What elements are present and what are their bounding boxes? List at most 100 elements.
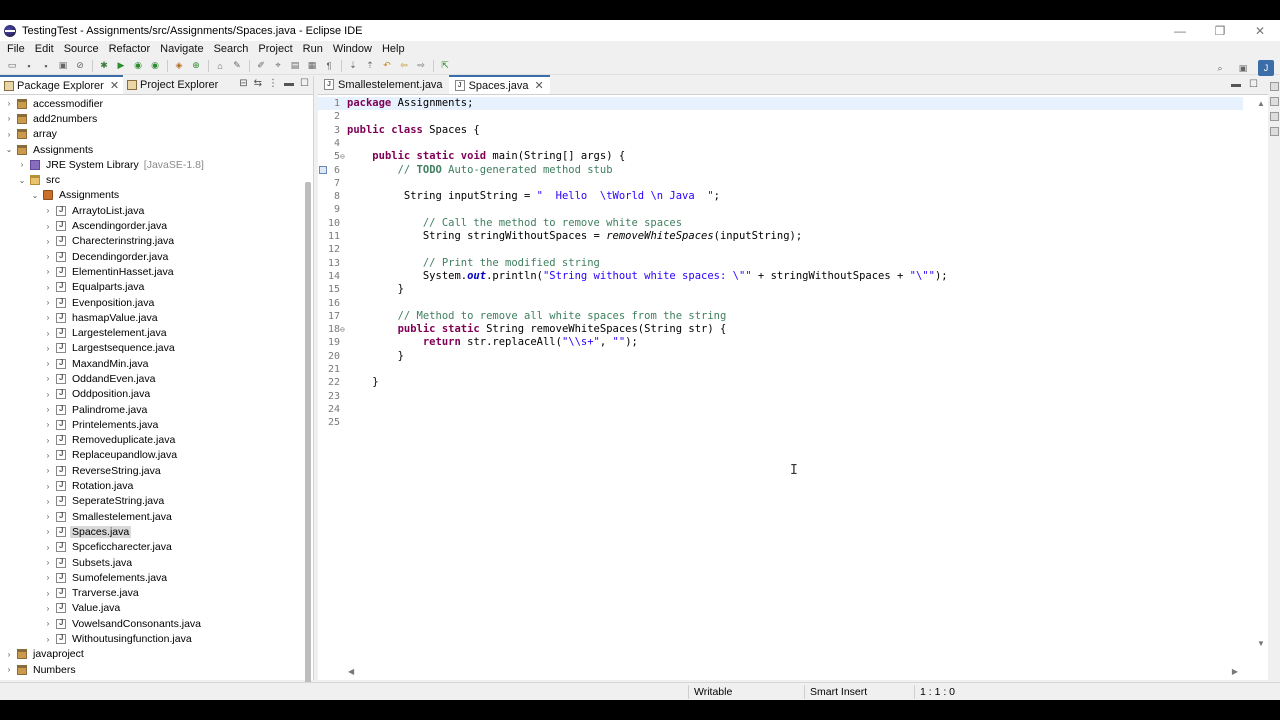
- new-java-project-icon[interactable]: ◈: [171, 59, 187, 73]
- chevron-down-icon[interactable]: ⌄: [4, 145, 14, 154]
- chevron-right-icon[interactable]: ›: [43, 344, 53, 353]
- tab-smallestelement[interactable]: J Smallestelement.java: [318, 75, 449, 94]
- search-tool-icon[interactable]: ✎: [229, 59, 245, 73]
- search-icon[interactable]: ⌕: [1212, 61, 1228, 75]
- tree-item[interactable]: › Largestsequence.java: [0, 341, 302, 356]
- code-line[interactable]: 3 public class Spaces {: [318, 124, 1243, 137]
- chevron-right-icon[interactable]: ›: [43, 237, 53, 246]
- view-menu-icon[interactable]: ⋮: [268, 78, 278, 89]
- tree-item[interactable]: › hasmapValue.java: [0, 310, 302, 325]
- open-perspective-toolbar-icon[interactable]: ⇱: [437, 59, 453, 73]
- outline-icon[interactable]: [1269, 82, 1279, 91]
- maximize-editor-icon[interactable]: ☐: [1249, 79, 1258, 90]
- menu-help[interactable]: Help: [377, 43, 410, 55]
- chevron-right-icon[interactable]: ›: [43, 436, 53, 445]
- code-line[interactable]: 20 }: [318, 350, 1243, 363]
- chevron-right-icon[interactable]: ›: [43, 313, 53, 322]
- menu-project[interactable]: Project: [253, 43, 297, 55]
- block-select-icon[interactable]: ▦: [304, 59, 320, 73]
- open-type-icon[interactable]: ⌂: [212, 59, 228, 73]
- chevron-right-icon[interactable]: ›: [43, 635, 53, 644]
- back-icon[interactable]: ⇦: [396, 59, 412, 73]
- chevron-right-icon[interactable]: ›: [4, 650, 14, 659]
- chevron-right-icon[interactable]: ›: [4, 99, 14, 108]
- chevron-right-icon[interactable]: ›: [4, 665, 14, 674]
- tree-item[interactable]: › Evenposition.java: [0, 295, 302, 310]
- close-icon[interactable]: ✕: [110, 79, 119, 92]
- chevron-down-icon[interactable]: ⌄: [30, 191, 40, 200]
- problems-icon[interactable]: [1269, 112, 1279, 121]
- minimize-editor-icon[interactable]: ▬: [1231, 79, 1241, 90]
- menu-run[interactable]: Run: [298, 43, 328, 55]
- minimize-view-icon[interactable]: ▬: [284, 78, 294, 89]
- scroll-up-icon[interactable]: ▲: [1257, 99, 1265, 108]
- tree-item[interactable]: › ReverseString.java: [0, 463, 302, 478]
- tree-item[interactable]: › Equalparts.java: [0, 280, 302, 295]
- code-line[interactable]: 6 // TODO Auto-generated method stub: [318, 164, 1243, 177]
- restore-button[interactable]: ❐: [1200, 20, 1240, 41]
- tree-item[interactable]: › Oddposition.java: [0, 387, 302, 402]
- code-line[interactable]: 21: [318, 363, 1243, 376]
- tree-item[interactable]: › javaproject: [0, 647, 302, 662]
- chevron-right-icon[interactable]: ›: [43, 267, 53, 276]
- tree-item[interactable]: › Subsets.java: [0, 555, 302, 570]
- maximize-view-icon[interactable]: ☐: [300, 78, 309, 89]
- chevron-right-icon[interactable]: ›: [43, 420, 53, 429]
- chevron-right-icon[interactable]: ›: [4, 130, 14, 139]
- chevron-right-icon[interactable]: ›: [43, 298, 53, 307]
- task-list-icon[interactable]: [1269, 97, 1279, 106]
- code-line[interactable]: 24: [318, 403, 1243, 416]
- chevron-right-icon[interactable]: ›: [17, 160, 27, 169]
- code-line[interactable]: 16: [318, 297, 1243, 310]
- tree-item[interactable]: › array: [0, 127, 302, 142]
- tree-item[interactable]: › add2numbers: [0, 111, 302, 126]
- close-button[interactable]: ✕: [1240, 20, 1280, 41]
- code-line[interactable]: 2: [318, 110, 1243, 123]
- chevron-right-icon[interactable]: ›: [43, 405, 53, 414]
- next-annotation-icon[interactable]: ⇣: [345, 59, 361, 73]
- chevron-right-icon[interactable]: ›: [43, 390, 53, 399]
- code-line[interactable]: 9: [318, 203, 1243, 216]
- tree-item[interactable]: ⌄ Assignments: [0, 188, 302, 203]
- tree-item[interactable]: › Spceficcharecter.java: [0, 540, 302, 555]
- tree-item[interactable]: › Printelements.java: [0, 417, 302, 432]
- tab-project-explorer[interactable]: Project Explorer: [123, 75, 222, 94]
- tree-item[interactable]: › Sumofelements.java: [0, 570, 302, 585]
- fold-toggle-icon[interactable]: ⊖: [340, 150, 345, 163]
- chevron-right-icon[interactable]: ›: [43, 527, 53, 536]
- tree-item[interactable]: › Value.java: [0, 601, 302, 616]
- open-perspective-icon[interactable]: ▣: [1235, 61, 1251, 75]
- word-wrap-icon[interactable]: ▤: [287, 59, 303, 73]
- chevron-right-icon[interactable]: ›: [43, 619, 53, 628]
- tree-item[interactable]: › JRE System Library [JavaSE-1.8]: [0, 157, 302, 172]
- tree-item[interactable]: › Charecterinstring.java: [0, 234, 302, 249]
- vertical-scrollbar[interactable]: [305, 182, 311, 692]
- editor-horizontal-scrollbar[interactable]: ◀ ▶: [348, 666, 1238, 680]
- tree-item[interactable]: › Palindrome.java: [0, 402, 302, 417]
- forward-icon[interactable]: ⇨: [413, 59, 429, 73]
- scroll-left-icon[interactable]: ◀: [348, 667, 354, 676]
- code-line[interactable]: 7: [318, 177, 1243, 190]
- java-perspective-icon[interactable]: J: [1258, 60, 1274, 76]
- chevron-right-icon[interactable]: ›: [43, 497, 53, 506]
- code-line[interactable]: 25: [318, 416, 1243, 429]
- code-line[interactable]: 17 // Method to remove all white spaces …: [318, 310, 1243, 323]
- tree-item[interactable]: › Replaceupandlow.java: [0, 448, 302, 463]
- menu-search[interactable]: Search: [209, 43, 254, 55]
- save-all-icon[interactable]: ▪: [38, 59, 54, 73]
- tree-item[interactable]: › Decendingorder.java: [0, 249, 302, 264]
- chevron-right-icon[interactable]: ›: [43, 222, 53, 231]
- code-line[interactable]: 12: [318, 243, 1243, 256]
- debug-icon[interactable]: ✱: [96, 59, 112, 73]
- code-line[interactable]: 23: [318, 390, 1243, 403]
- chevron-right-icon[interactable]: ›: [43, 558, 53, 567]
- prev-annotation-icon[interactable]: ⇡: [362, 59, 378, 73]
- chevron-right-icon[interactable]: ›: [43, 374, 53, 383]
- code-line[interactable]: 22 }: [318, 376, 1243, 389]
- tree-item[interactable]: › Trarverse.java: [0, 586, 302, 601]
- code-line[interactable]: 13 // Print the modified string: [318, 257, 1243, 270]
- chevron-right-icon[interactable]: ›: [43, 206, 53, 215]
- tree-item[interactable]: › OddandEven.java: [0, 371, 302, 386]
- chevron-right-icon[interactable]: ›: [43, 451, 53, 460]
- menu-source[interactable]: Source: [59, 43, 104, 55]
